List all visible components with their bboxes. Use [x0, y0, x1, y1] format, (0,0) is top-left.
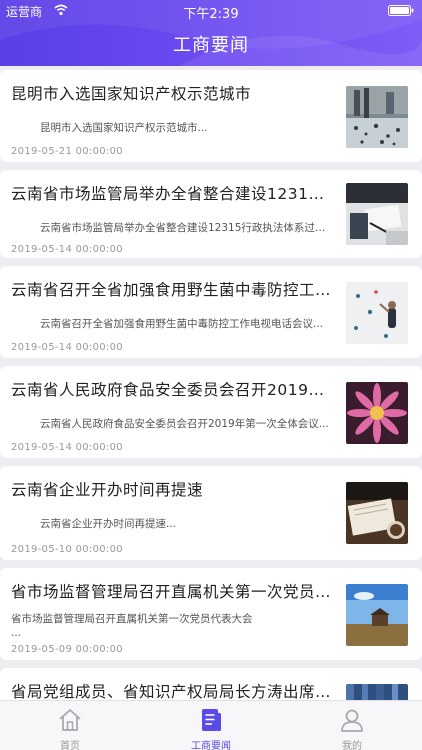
- home-icon: [59, 709, 81, 731]
- tab-bar: 首页 工商要闻 我的: [0, 700, 422, 750]
- tab-label: 工商要闻: [191, 741, 231, 750]
- news-summary: 云南省企业开办时间再提速...: [40, 518, 177, 530]
- news-date: 2019-05-14 00:00:00: [11, 342, 123, 353]
- tab-label: 首页: [60, 741, 80, 750]
- news-title: 云南省人民政府食品安全委员会召开2019年第一次全体会议: [11, 381, 331, 399]
- news-title: 昆明市入选国家知识产权示范城市: [11, 85, 252, 103]
- pink-flower-image: [346, 382, 408, 444]
- tab-news[interactable]: 工商要闻: [141, 701, 281, 750]
- header: 运营商 下午2:39 工商要闻: [0, 0, 422, 66]
- battery-icon: [388, 5, 414, 16]
- workshop-image: [346, 86, 408, 148]
- news-card[interactable]: 省市场监督管理局召开直属机关第一次党员代表大会 省市场监督管理局召开直属机关第一…: [0, 568, 422, 660]
- news-summary: 云南省市场监管局举办全省整合建设12315行政执法体系过渡...: [40, 222, 330, 234]
- page-title: 工商要闻: [173, 35, 249, 56]
- tab-profile[interactable]: 我的: [282, 701, 422, 750]
- news-date: 2019-05-14 00:00:00: [11, 244, 123, 255]
- news-summary: 云南省人民政府食品安全委员会召开2019年第一次全体会议...: [40, 418, 329, 430]
- news-card[interactable]: 云南省市场监管局举办全省整合建设12315行政执法体系过渡工作 云南省市场监管局…: [0, 170, 422, 258]
- news-card[interactable]: 云南省召开全省加强食用野生菌中毒防控工作电视电话会议 云南省召开全省加强食用野生…: [0, 266, 422, 358]
- news-title: 云南省召开全省加强食用野生菌中毒防控工作电视电话会议: [11, 281, 331, 299]
- news-card[interactable]: 昆明市入选国家知识产权示范城市 昆明市入选国家知识产权示范城市... 2019-…: [0, 70, 422, 162]
- user-icon: [341, 709, 363, 732]
- news-date: 2019-05-21 00:00:00: [11, 146, 123, 157]
- news-card[interactable]: 云南省企业开办时间再提速 云南省企业开办时间再提速... 2019-05-10 …: [0, 466, 422, 560]
- climbing-wall-image: [346, 282, 408, 344]
- news-title: 云南省企业开办时间再提速: [11, 481, 204, 499]
- news-date: 2019-05-14 00:00:00: [11, 442, 123, 453]
- barn-field-image: [346, 584, 408, 646]
- news-list[interactable]: 昆明市入选国家知识产权示范城市 昆明市入选国家知识产权示范城市... 2019-…: [0, 66, 422, 700]
- news-title: 省局党组成员、省知识产权局局长方涛出席2019年知识产权宣传周活动: [11, 683, 331, 700]
- news-summary: 省市场监督管理局召开直属机关第一次党员代表大会 ...: [11, 613, 253, 639]
- news-summary: 昆明市入选国家知识产权示范城市...: [40, 122, 208, 134]
- tab-label: 我的: [342, 741, 362, 750]
- blue-abstract-image: [346, 684, 408, 700]
- news-date: 2019-05-10 00:00:00: [11, 544, 123, 555]
- desk-writing-image: [346, 183, 408, 245]
- book-coffee-image: [346, 482, 408, 544]
- status-bar: 运营商 下午2:39: [0, 0, 422, 22]
- news-title: 云南省市场监管局举办全省整合建设12315行政执法体系过渡工作: [11, 185, 331, 203]
- news-date: 2019-05-09 00:00:00: [11, 644, 123, 655]
- news-card[interactable]: 云南省人民政府食品安全委员会召开2019年第一次全体会议 云南省人民政府食品安全…: [0, 366, 422, 458]
- news-summary: 云南省召开全省加强食用野生菌中毒防控工作电视电话会议...: [40, 318, 324, 330]
- news-title: 省市场监督管理局召开直属机关第一次党员代表大会: [11, 583, 331, 601]
- news-icon: [202, 709, 221, 731]
- tab-home[interactable]: 首页: [0, 701, 140, 750]
- news-card[interactable]: 省局党组成员、省知识产权局局长方涛出席2019年知识产权宣传周活动: [0, 668, 422, 700]
- status-time: 下午2:39: [183, 7, 239, 22]
